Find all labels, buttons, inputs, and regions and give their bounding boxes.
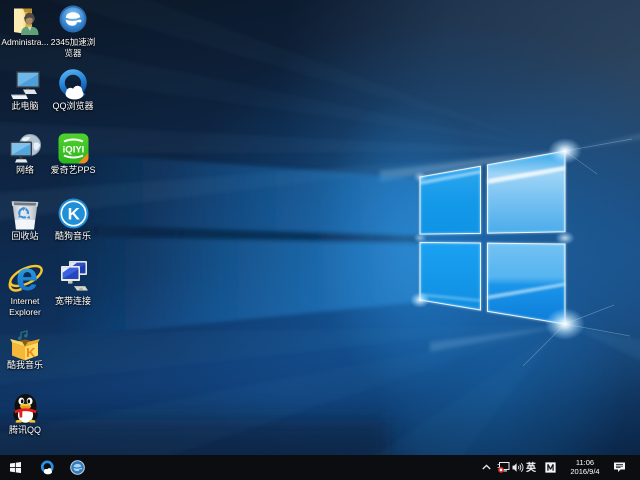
svg-text:K: K [68,205,81,224]
svg-text:iQIYI: iQIYI [63,145,85,156]
svg-text:K: K [26,345,36,360]
svg-text:英: 英 [525,461,537,474]
